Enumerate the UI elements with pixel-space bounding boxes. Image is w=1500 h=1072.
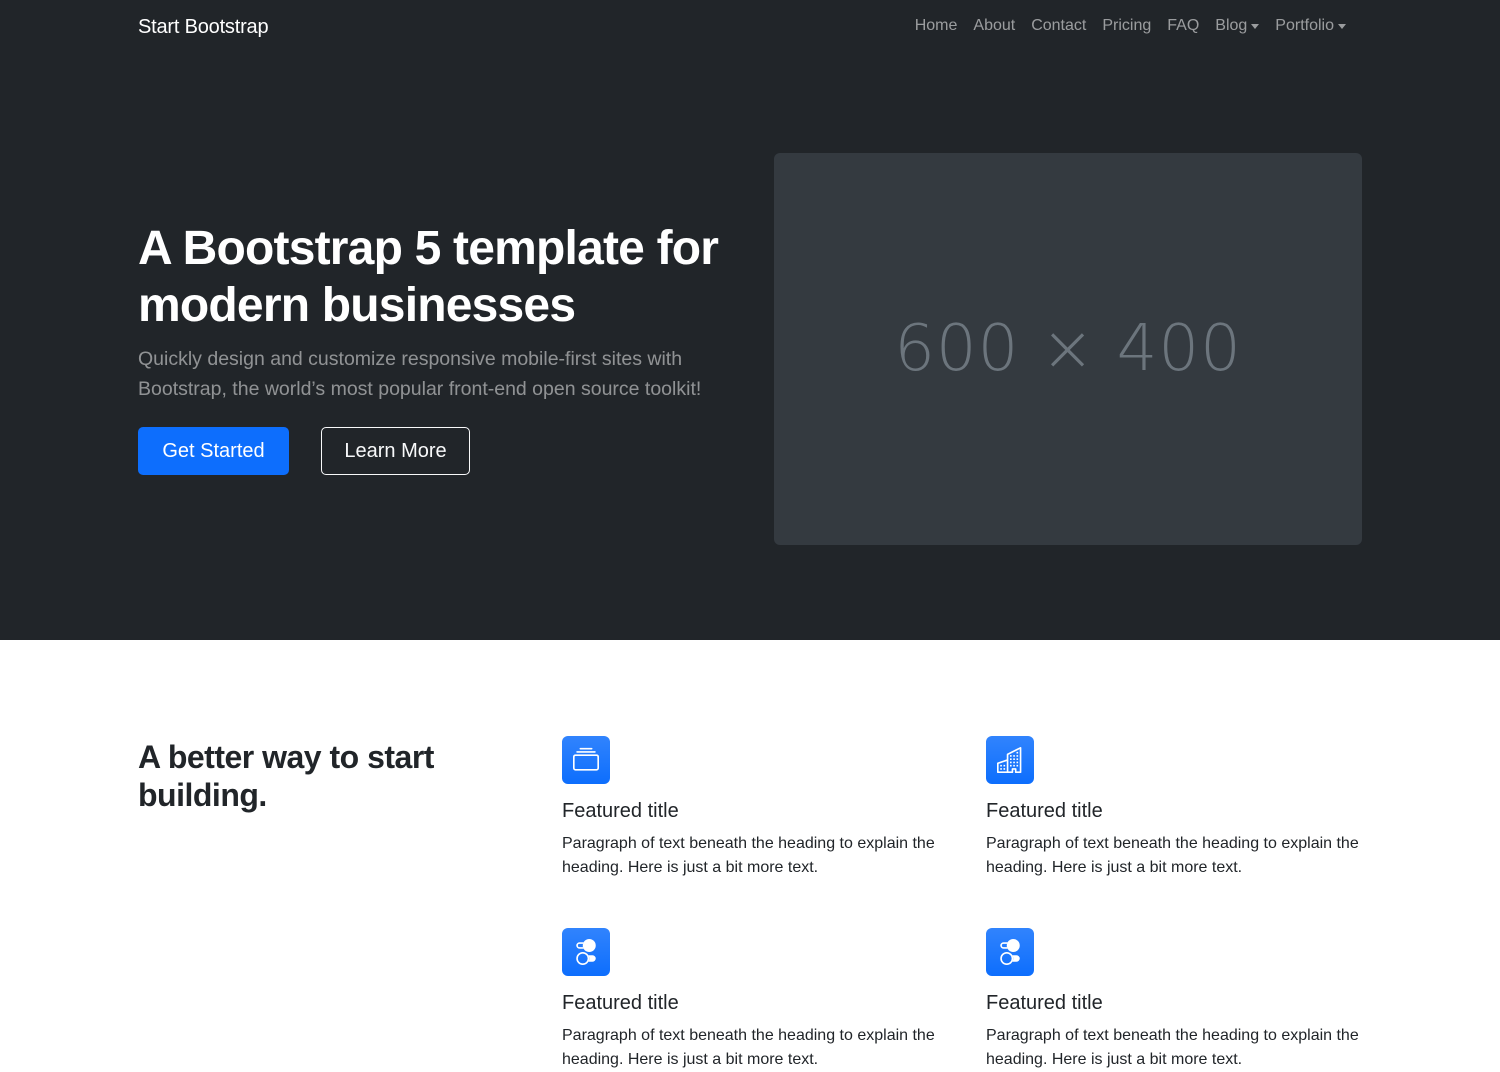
- nav-link-home[interactable]: Home: [907, 17, 966, 35]
- toggles-icon: [1000, 939, 1020, 965]
- nav-link-label: Blog: [1215, 17, 1248, 34]
- collection-icon: [573, 747, 599, 771]
- features-heading: A better way to start building.: [138, 739, 434, 813]
- feature-icon-box: [562, 928, 610, 976]
- nav-links: Home About Contact Pricing FAQ Blog Port…: [907, 17, 1354, 35]
- feature-title: Featured title: [562, 800, 679, 822]
- toggles-icon: [576, 939, 596, 965]
- get-started-button[interactable]: Get Started: [138, 427, 289, 475]
- feature-title: Featured title: [986, 992, 1103, 1014]
- nav-link-label: Pricing: [1102, 17, 1152, 34]
- learn-more-button[interactable]: Learn More: [321, 427, 470, 475]
- feature-text: Paragraph of text beneath the heading to…: [986, 1027, 1359, 1068]
- hero-image-placeholder: 600 × 400: [774, 153, 1362, 545]
- nav-link-pricing[interactable]: Pricing: [1094, 17, 1159, 35]
- image-placeholder-label: 600 × 400: [894, 312, 1242, 386]
- feature-item: Featured title Paragraph of text beneath…: [986, 928, 1366, 1072]
- hero-title: A Bootstrap 5 template for modern busine…: [138, 222, 719, 332]
- feature-title: Featured title: [986, 800, 1103, 822]
- feature-icon-box: [986, 928, 1034, 976]
- hero-lead: Quickly design and customize responsive …: [138, 348, 702, 400]
- brand-link[interactable]: Start Bootstrap: [138, 16, 269, 39]
- caret-down-icon: [1251, 24, 1260, 29]
- feature-icon-box: [562, 736, 610, 784]
- navbar: Start Bootstrap Home About Contact Prici…: [0, 0, 1500, 56]
- nav-dropdown-blog[interactable]: Blog: [1207, 17, 1267, 35]
- feature-text: Paragraph of text beneath the heading to…: [562, 1027, 935, 1068]
- nav-link-faq[interactable]: FAQ: [1159, 17, 1207, 35]
- feature-item: Featured title Paragraph of text beneath…: [986, 736, 1366, 880]
- nav-link-label: FAQ: [1167, 17, 1200, 34]
- nav-link-about[interactable]: About: [965, 17, 1023, 35]
- caret-down-icon: [1338, 24, 1346, 29]
- feature-text: Paragraph of text beneath the heading to…: [562, 835, 935, 876]
- nav-link-label: Contact: [1031, 17, 1087, 34]
- feature-item: Featured title Paragraph of text beneath…: [562, 736, 942, 880]
- building-icon: [997, 747, 1022, 773]
- nav-link-contact[interactable]: Contact: [1023, 17, 1094, 35]
- nav-link-label: Home: [914, 17, 958, 34]
- feature-item: Featured title Paragraph of text beneath…: [562, 928, 942, 1072]
- hero-section: A Bootstrap 5 template for modern busine…: [0, 56, 1500, 640]
- nav-link-label: About: [973, 17, 1016, 34]
- nav-dropdown-portfolio[interactable]: Portfolio: [1267, 17, 1354, 35]
- feature-title: Featured title: [562, 992, 679, 1014]
- feature-icon-box: [986, 736, 1034, 784]
- nav-link-label: Portfolio: [1275, 17, 1334, 34]
- feature-text: Paragraph of text beneath the heading to…: [986, 835, 1359, 876]
